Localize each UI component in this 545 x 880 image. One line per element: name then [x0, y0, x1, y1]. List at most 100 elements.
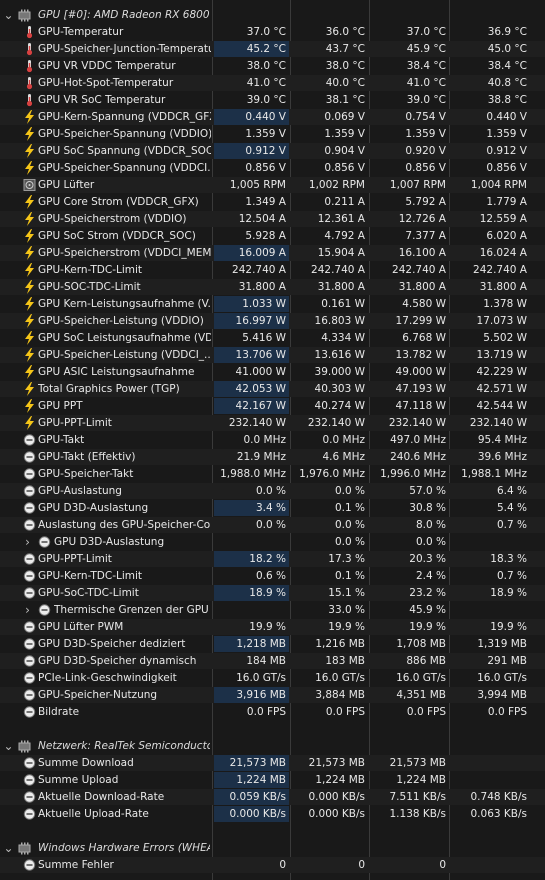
sensor-row[interactable]: GPU-Takt 0.0 MHz 0.0 MHz 497.0 MHz 95.4 MHz	[0, 431, 545, 448]
value-current: 1,218 MB	[214, 636, 289, 652]
value-max: 4.580 W	[402, 298, 446, 310]
sensor-row[interactable]: GPU-Speicher-Spannung (VDDCI... 0.856 V 0.…	[0, 159, 545, 176]
collapse-chevron-icon[interactable]: ⌄	[3, 841, 14, 855]
value-min: 40.274 W	[314, 400, 365, 412]
sensor-row[interactable]: GPU Kern-Leistungsaufnahme (V... 1.033 W 0…	[0, 295, 545, 312]
sensor-row[interactable]: Aktuelle Upload-Rate 0.000 KB/s 0.000 KB/s…	[0, 805, 545, 822]
value-current: 37.0 °C	[246, 26, 286, 38]
value-average: 242.740 A	[473, 264, 527, 276]
lightning-icon	[23, 212, 36, 226]
sensor-label: GPU-Hot-Spot-Temperatur	[38, 77, 174, 89]
sensor-row[interactable]: GPU-SoC-TDC-Limit 18.9 % 15.1 % 23.2 % 18.9 …	[0, 584, 545, 601]
sensor-row[interactable]: GPU D3D-Speicher dediziert 1,218 MB 1,216 …	[0, 635, 545, 652]
sensor-row[interactable]: GPU-PPT-Limit 232.140 W 232.140 W 232.140 W…	[0, 414, 545, 431]
value-max: 39.0 °C	[406, 94, 446, 106]
sensor-group-icon	[18, 8, 31, 22]
sensor-row[interactable]: GPU-Kern-TDC-Limit 0.6 % 0.1 % 2.4 % 0.7 %	[0, 567, 545, 584]
circle-minus-icon	[23, 756, 36, 770]
sensor-row[interactable]: GPU Lüfter 1,005 RPM 1,002 RPM 1,007 RPM 1,0…	[0, 176, 545, 193]
circle-minus-icon	[23, 620, 36, 634]
sensor-row[interactable]: Bildrate 0.0 FPS 0.0 FPS 0.0 FPS 0.0 FPS	[0, 703, 545, 720]
value-current: 0.0 %	[255, 519, 286, 531]
value-max: 45.9 %	[409, 604, 446, 616]
sensor-row[interactable]: Auslastung des GPU-Speicher-Co... 0.0 % 0.…	[0, 516, 545, 533]
sensor-row[interactable]: GPU SoC Leistungsaufnahme (VD... 5.416 W 4…	[0, 329, 545, 346]
value-max: 16.100 A	[398, 247, 446, 259]
expand-chevron-icon[interactable]: ›	[22, 603, 33, 617]
value-current: 1.359 V	[245, 128, 286, 140]
collapse-chevron-icon[interactable]: ⌄	[3, 739, 14, 753]
sensor-row[interactable]: GPU Core Strom (VDDCR_GFX) 1.349 A 0.211 A…	[0, 193, 545, 210]
value-average: 12.559 A	[479, 213, 527, 225]
value-current: 0.000 KB/s	[214, 806, 289, 822]
value-current: 16.009 A	[214, 245, 289, 261]
sensor-row[interactable]: › GPU D3D-Auslastung 0.0 % 0.0 %	[0, 533, 545, 550]
value-average: 6.4 %	[496, 485, 527, 497]
section-header[interactable]: ⌄ Windows Hardware Errors (WHEA)	[0, 839, 545, 856]
sensor-row[interactable]: GPU-PPT-Limit 18.2 % 17.3 % 20.3 % 18.3 %	[0, 550, 545, 567]
value-current: 0	[279, 859, 286, 871]
sensor-row[interactable]: › Thermische Grenzen der GPU 33.0 % 45.9 %	[0, 601, 545, 618]
sensor-row[interactable]: GPU-Speicher-Junction-Temperatur 45.2 °C 4…	[0, 40, 545, 57]
sensor-row[interactable]: GPU-Speicher-Takt 1,988.0 MHz 1,976.0 MHz 1…	[0, 465, 545, 482]
circle-minus-icon	[23, 790, 36, 804]
sensor-row[interactable]: Aktuelle Download-Rate 0.059 KB/s 0.000 KB…	[0, 788, 545, 805]
sensor-row[interactable]: GPU-Kern-TDC-Limit 242.740 A 242.740 A 242.…	[0, 261, 545, 278]
value-max: 886 MB	[406, 655, 446, 667]
value-max: 0	[439, 859, 446, 871]
sensor-row[interactable]: GPU-Speicher-Spannung (VDDIO) 1.359 V 1.35…	[0, 125, 545, 142]
circle-minus-icon	[23, 569, 36, 583]
sensor-label: GPU Core Strom (VDDCR_GFX)	[38, 196, 199, 208]
sensor-row[interactable]: Summe Download 21,573 MB 21,573 MB 21,573 M…	[0, 754, 545, 771]
section-header[interactable]: ⌄ GPU [#0]: AMD Radeon RX 6800:	[0, 6, 545, 23]
sensor-row[interactable]: GPU-Speicher-Leistung (VDDIO) 16.997 W 16.…	[0, 312, 545, 329]
sensor-row[interactable]: GPU-Takt (Effektiv) 21.9 MHz 4.6 MHz 240.6 …	[0, 448, 545, 465]
sensor-row[interactable]: GPU SoC Spannung (VDDCR_SOC) 0.912 V 0.904…	[0, 142, 545, 159]
value-max: 19.9 %	[409, 621, 446, 633]
value-average: 38.4 °C	[487, 60, 527, 72]
value-max: 0.0 %	[415, 536, 446, 548]
sensor-row[interactable]: GPU-Auslastung 0.0 % 0.0 % 57.0 % 6.4 %	[0, 482, 545, 499]
sensor-row[interactable]: GPU PPT 42.167 W 40.274 W 47.118 W 42.544 W	[0, 397, 545, 414]
sensor-label: Bildrate	[38, 706, 80, 718]
value-average: 1,988.1 MHz	[461, 468, 527, 480]
sensor-label: Aktuelle Download-Rate	[38, 791, 165, 803]
value-average: 0.912 V	[486, 145, 527, 157]
sensor-row[interactable]: GPU Lüfter PWM 19.9 % 19.9 % 19.9 % 19.9 %	[0, 618, 545, 635]
sensor-row[interactable]: GPU VR VDDC Temperatur 38.0 °C 38.0 °C 38.4…	[0, 57, 545, 74]
sensor-row[interactable]: GPU D3D-Auslastung 3.4 % 0.1 % 30.8 % 5.4 %	[0, 499, 545, 516]
section-header[interactable]: ⌄ Netzwerk: RealTek Semiconducto...	[0, 737, 545, 754]
collapse-chevron-icon[interactable]: ⌄	[3, 8, 14, 22]
sensor-row[interactable]: GPU-Speicherstrom (VDDIO) 12.504 A 12.361 …	[0, 210, 545, 227]
sensor-row[interactable]: GPU-Hot-Spot-Temperatur 41.0 °C 40.0 °C 41.…	[0, 74, 545, 91]
sensor-row[interactable]: Summe Fehler 0 0 0	[0, 856, 545, 873]
value-current: 31.800 A	[238, 281, 286, 293]
lightning-icon	[23, 229, 36, 243]
value-current: 0.0 MHz	[243, 434, 286, 446]
sensor-row[interactable]: GPU-SOC-TDC-Limit 31.800 A 31.800 A 31.800 …	[0, 278, 545, 295]
value-min: 0.211 A	[324, 196, 365, 208]
sensor-row[interactable]: GPU SoC Strom (VDDCR_SOC) 5.928 A 4.792 A 7…	[0, 227, 545, 244]
sensor-row[interactable]: GPU-Speicher-Leistung (VDDCI_... 13.706 W…	[0, 346, 545, 363]
sensor-list[interactable]: ⌄ GPU [#0]: AMD Radeon RX 6800: GPU-Temper…	[0, 0, 545, 880]
sensor-row[interactable]: GPU VR SoC Temperatur 39.0 °C 38.1 °C 39.0 …	[0, 91, 545, 108]
sensor-row[interactable]: GPU-Kern-Spannung (VDDCR_GFX) 0.440 V 0.06…	[0, 108, 545, 125]
sensor-row[interactable]: PCIe-Link-Geschwindigkeit 16.0 GT/s 16.0 G…	[0, 669, 545, 686]
sensor-label: GPU Lüfter	[38, 179, 95, 191]
sensor-row[interactable]: GPU-Temperatur 37.0 °C 36.0 °C 37.0 °C 36.9 …	[0, 23, 545, 40]
expand-chevron-icon[interactable]: ›	[22, 535, 33, 549]
value-max: 5.792 A	[405, 196, 446, 208]
sensor-row[interactable]: GPU ASIC Leistungsaufnahme 41.000 W 39.000…	[0, 363, 545, 380]
sensor-row[interactable]: Total Graphics Power (TGP) 42.053 W 40.303…	[0, 380, 545, 397]
sensor-row[interactable]: Summe Upload 1,224 MB 1,224 MB 1,224 MB	[0, 771, 545, 788]
value-max: 47.118 W	[395, 400, 446, 412]
value-min: 33.0 %	[328, 604, 365, 616]
sensor-label: GPU SoC Spannung (VDDCR_SOC)	[38, 145, 211, 157]
sensor-row[interactable]: GPU-Speicher-Nutzung 3,916 MB 3,884 MB 4,35…	[0, 686, 545, 703]
value-max: 45.9 °C	[406, 43, 446, 55]
value-average: 13.719 W	[476, 349, 527, 361]
value-current: 0.059 KB/s	[214, 789, 289, 805]
sensor-row[interactable]: GPU D3D-Speicher dynamisch 184 MB 183 MB 88…	[0, 652, 545, 669]
sensor-label: Summe Download	[38, 757, 134, 769]
sensor-row[interactable]: GPU-Speicherstrom (VDDCI_MEM) 16.009 A 15.…	[0, 244, 545, 261]
